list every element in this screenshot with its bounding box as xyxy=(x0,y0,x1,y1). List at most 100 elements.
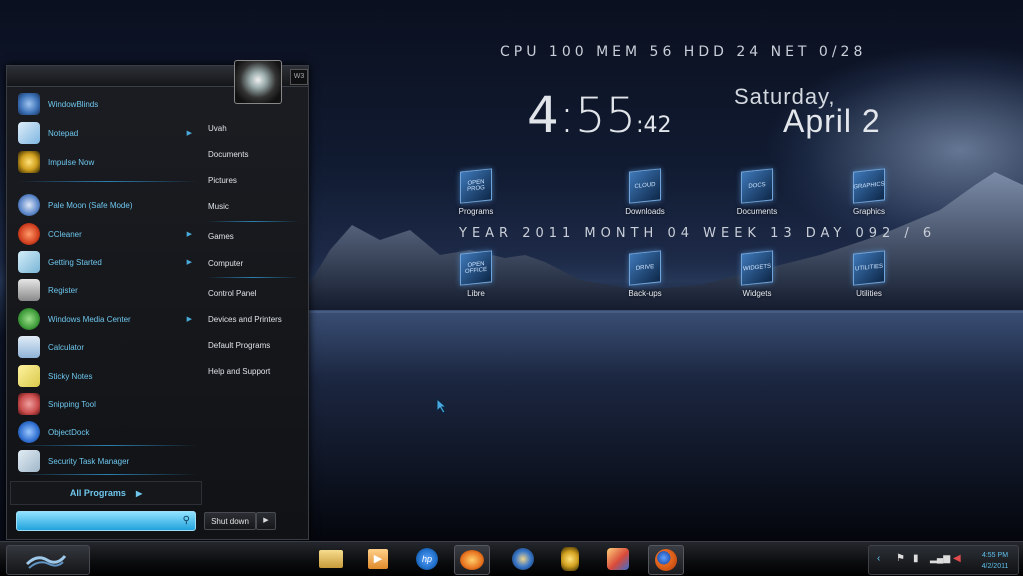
program-windowblinds[interactable]: WindowBlinds xyxy=(10,91,200,117)
xchat-icon xyxy=(460,550,484,570)
program-list: WindowBlinds Notepad ▶ Impulse Now Pale … xyxy=(10,89,202,481)
place-games[interactable]: Games xyxy=(208,232,234,241)
mouse-cursor-icon xyxy=(436,398,448,414)
file-explorer-icon xyxy=(319,550,343,568)
program-label: Pale Moon (Safe Mode) xyxy=(48,200,133,210)
getting-started-icon xyxy=(18,251,40,273)
place-user-folder[interactable]: Uvah xyxy=(208,124,227,133)
volume-muted-icon[interactable]: ◀ xyxy=(953,553,961,564)
place-default-programs[interactable]: Default Programs xyxy=(208,341,270,350)
program-security-task-manager[interactable]: Security Task Manager xyxy=(10,448,200,474)
place-pictures[interactable]: Pictures xyxy=(208,176,237,185)
taskbar-file-explorer[interactable] xyxy=(314,545,348,573)
program-sticky-notes[interactable]: Sticky Notes xyxy=(10,363,200,389)
clock-hour: 4 xyxy=(527,86,559,144)
action-center-flag-icon[interactable]: ⚑ xyxy=(896,553,905,564)
program-ccleaner[interactable]: CCleaner ▶ xyxy=(10,221,200,247)
shutdown-options-button[interactable]: ▶ xyxy=(256,512,276,530)
network-signal-icon[interactable]: ▂▄▆ xyxy=(930,553,950,564)
tray-clock[interactable]: 4:55 PM 4/2/2011 xyxy=(975,550,1015,572)
place-computer[interactable]: Computer xyxy=(208,259,243,268)
impulse-icon xyxy=(561,547,579,571)
all-programs-button[interactable]: All Programs ▶ xyxy=(10,481,202,505)
user-avatar[interactable] xyxy=(234,60,282,104)
desktop-icon-label: Utilities xyxy=(856,289,882,298)
shutdown-button[interactable]: Shut down xyxy=(204,512,256,530)
desktop-icon-label: Downloads xyxy=(625,207,665,216)
desktop-icon-graphics[interactable]: GRAPHICS Graphics xyxy=(834,168,904,216)
taskbar-paint[interactable] xyxy=(601,545,635,573)
program-label: Snipping Tool xyxy=(48,399,96,409)
desktop-icon-label: Programs xyxy=(458,207,494,216)
place-help-and-support[interactable]: Help and Support xyxy=(208,367,270,376)
tray-time: 4:55 PM xyxy=(981,552,1009,559)
clock-minutes: :55 xyxy=(558,88,637,144)
show-hidden-icons-chevron-icon[interactable]: ‹ xyxy=(877,553,880,564)
programs-folder-icon: OPEN PROG xyxy=(460,168,492,204)
place-devices-and-printers[interactable]: Devices and Printers xyxy=(208,315,282,324)
taskbar-firefox[interactable] xyxy=(648,545,684,575)
place-music[interactable]: Music xyxy=(208,202,229,211)
program-pale-moon-safe-mode[interactable]: Pale Moon (Safe Mode) xyxy=(10,192,200,218)
program-label: CCleaner xyxy=(48,229,82,239)
program-label: Sticky Notes xyxy=(48,371,93,381)
desktop-icon-widgets[interactable]: WIDGETS Widgets xyxy=(722,250,792,298)
impulse-icon xyxy=(18,151,40,173)
program-label: ObjectDock xyxy=(48,427,90,437)
ccleaner-icon xyxy=(18,223,40,245)
graphics-folder-icon: GRAPHICS xyxy=(853,168,885,204)
desktop-icon-utilities[interactable]: UTILITIES Utilities xyxy=(834,250,904,298)
desktop-icon-downloads[interactable]: CLOUD Downloads xyxy=(610,168,680,216)
all-programs-label: All Programs xyxy=(69,488,126,498)
place-documents[interactable]: Documents xyxy=(208,150,248,159)
desktop-icon-backups[interactable]: DRIVE Back-ups xyxy=(610,250,680,298)
paint-icon xyxy=(607,548,629,570)
libre-folder-icon: OPEN OFFICE xyxy=(460,250,492,286)
power-plug-icon[interactable]: ▮ xyxy=(913,553,919,564)
program-objectdock[interactable]: ObjectDock xyxy=(10,419,200,445)
program-calculator[interactable]: Calculator xyxy=(10,334,200,360)
taskbar-hp[interactable]: hp xyxy=(410,545,444,573)
program-label: Getting Started xyxy=(48,257,102,267)
desktop-icon-libre[interactable]: OPEN OFFICE Libre xyxy=(441,250,511,298)
documents-folder-icon: DOCS xyxy=(741,168,773,204)
desktop-icon-documents[interactable]: DOCS Documents xyxy=(722,168,792,216)
program-label: Windows Media Center xyxy=(48,314,131,324)
desktop-icon-label: Libre xyxy=(467,289,485,298)
calendar-readout: YEAR 2011 MONTH 04 WEEK 13 DAY 092 / 6 xyxy=(459,226,937,241)
program-label: Notepad xyxy=(48,128,79,138)
snipping-tool-icon xyxy=(18,393,40,415)
desktop-icon-label: Back-ups xyxy=(628,289,662,298)
program-notepad[interactable]: Notepad ▶ xyxy=(10,120,200,146)
program-label: Security Task Manager xyxy=(48,456,130,466)
taskbar: ▶ hp ‹ ⚑ ▮ ▂▄▆ ◀ 4:55 PM 4/2/2011 xyxy=(0,541,1023,576)
program-label: Register xyxy=(48,285,78,295)
taskbar-media-player[interactable]: ▶ xyxy=(361,545,395,573)
downloads-folder-icon: CLOUD xyxy=(629,168,661,204)
pale-moon-icon xyxy=(18,194,40,216)
program-windows-media-center[interactable]: Windows Media Center ▶ xyxy=(10,306,200,332)
backups-folder-icon: DRIVE xyxy=(629,250,661,286)
place-control-panel[interactable]: Control Panel xyxy=(208,289,256,298)
start-search-input[interactable]: ⚲ xyxy=(16,511,196,531)
menu-divider xyxy=(207,221,299,222)
taskbar-impulse[interactable] xyxy=(553,545,587,573)
hp-icon: hp xyxy=(416,548,438,570)
taskbar-pale-moon[interactable] xyxy=(506,545,540,573)
taskbar-xchat[interactable] xyxy=(454,545,490,575)
program-register[interactable]: Register xyxy=(10,277,200,303)
program-label: Impulse Now xyxy=(48,157,95,167)
desktop-clock: 4:55:42 xyxy=(527,86,671,144)
program-snipping-tool[interactable]: Snipping Tool xyxy=(10,391,200,417)
menu-divider xyxy=(18,445,198,446)
program-impulse-now[interactable]: Impulse Now xyxy=(10,149,200,175)
desktop-icon-label: Documents xyxy=(736,207,778,216)
notepad-icon xyxy=(18,122,40,144)
desktop-icon-programs[interactable]: OPEN PROG Programs xyxy=(441,168,511,216)
desktop-icon-label: Graphics xyxy=(852,207,885,216)
pale-moon-icon xyxy=(512,548,534,570)
program-label: Calculator xyxy=(48,342,85,352)
program-getting-started[interactable]: Getting Started ▶ xyxy=(10,249,200,275)
widgets-folder-icon: WIDGETS xyxy=(741,250,773,286)
start-button[interactable] xyxy=(6,545,90,575)
